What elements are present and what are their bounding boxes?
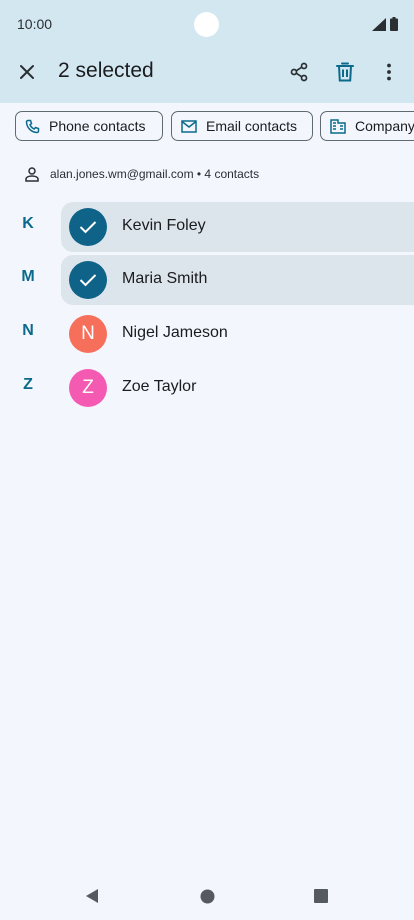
share-icon — [290, 62, 308, 82]
app-header: 10:00 2 selected — [0, 0, 414, 103]
system-nav-bar — [0, 870, 414, 920]
chip-label: Email contacts — [206, 118, 298, 134]
status-bar: 10:00 — [0, 0, 414, 46]
back-icon — [86, 889, 98, 903]
section-letter: N — [22, 322, 34, 339]
avatar-initial: Z — [82, 377, 94, 398]
contact-name: Nigel Jameson — [122, 324, 228, 341]
status-icons — [372, 17, 398, 31]
chip-label: Phone contacts — [49, 118, 146, 134]
contact-name: Maria Smith — [122, 270, 208, 287]
selection-count-title: 2 selected — [58, 59, 154, 82]
filter-chips: Phone contacts Email contacts Company — [15, 111, 414, 141]
section-letter: K — [22, 215, 34, 232]
more-options-button[interactable] — [373, 56, 405, 88]
delete-button[interactable] — [329, 56, 361, 88]
selected-highlight — [61, 255, 414, 305]
contact-row-nigel-jameson[interactable]: N N Nigel Jameson — [0, 308, 414, 358]
business-icon — [330, 118, 346, 134]
person-icon — [25, 167, 39, 182]
avatar-selected[interactable] — [69, 208, 107, 246]
avatar[interactable]: Z — [69, 369, 107, 407]
account-info: alan.jones.wm@gmail.com • 4 contacts — [24, 164, 259, 184]
delete-icon — [336, 62, 354, 82]
selected-highlight — [61, 202, 414, 252]
recents-icon — [314, 889, 328, 903]
chip-label: Company — [355, 118, 414, 134]
home-button[interactable] — [195, 884, 219, 908]
avatar[interactable]: N — [69, 315, 107, 353]
section-letter: M — [21, 268, 35, 285]
close-button[interactable] — [11, 56, 43, 88]
camera-cutout — [194, 12, 219, 37]
account-text: alan.jones.wm@gmail.com • 4 contacts — [50, 167, 260, 181]
avatar-selected[interactable] — [69, 261, 107, 299]
share-button[interactable] — [283, 56, 315, 88]
more-vert-icon — [387, 63, 391, 81]
home-icon — [200, 889, 214, 903]
recents-button[interactable] — [309, 884, 333, 908]
checkmark-icon — [79, 221, 97, 234]
status-time: 10:00 — [17, 16, 53, 32]
contact-name: Kevin Foley — [122, 217, 206, 234]
mail-icon — [181, 119, 197, 133]
checkmark-icon — [79, 274, 97, 287]
section-letter: Z — [23, 376, 33, 393]
contact-row-maria-smith[interactable]: M Maria Smith — [0, 254, 414, 305]
chip-company[interactable]: Company — [320, 111, 414, 141]
avatar-initial: N — [81, 323, 95, 344]
chip-email-contacts[interactable]: Email contacts — [171, 111, 313, 141]
signal-icon — [372, 17, 386, 31]
selection-toolbar: 2 selected — [0, 50, 414, 94]
back-button[interactable] — [80, 884, 104, 908]
contact-row-zoe-taylor[interactable]: Z Z Zoe Taylor — [0, 362, 414, 412]
close-icon — [20, 65, 34, 79]
phone-icon — [25, 119, 40, 133]
contact-row-kevin-foley[interactable]: K Kevin Foley — [0, 201, 414, 252]
contact-name: Zoe Taylor — [122, 378, 197, 395]
chip-phone-contacts[interactable]: Phone contacts — [15, 111, 163, 141]
battery-icon — [390, 17, 398, 31]
